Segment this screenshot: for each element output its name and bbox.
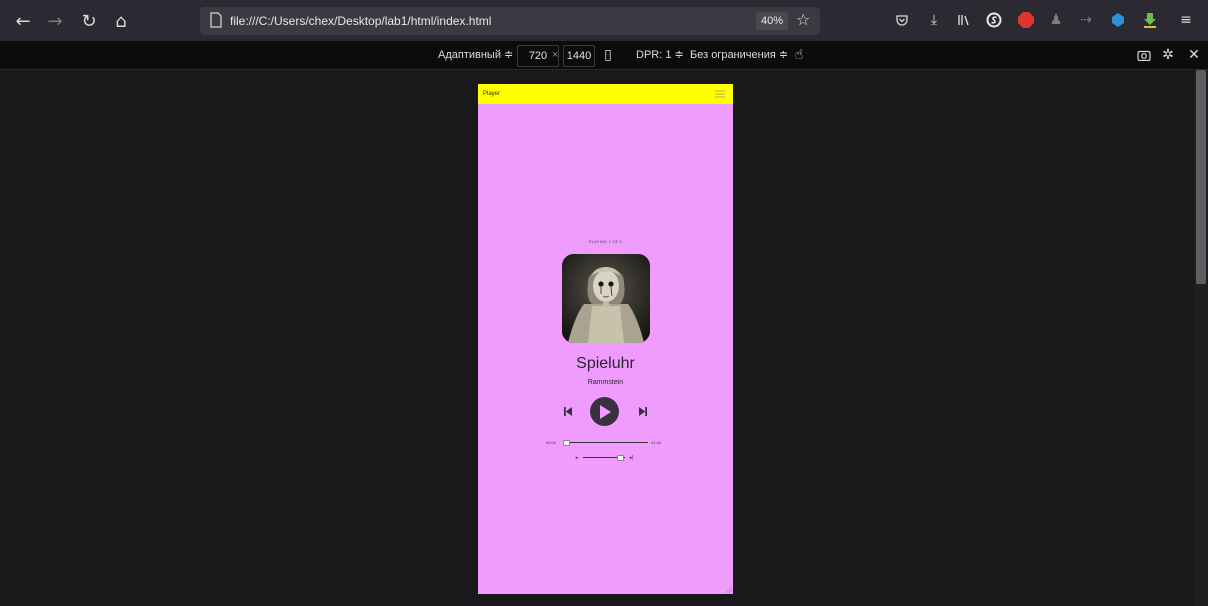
resize-grip-icon[interactable] xyxy=(724,585,732,593)
next-track-button[interactable] xyxy=(637,404,649,418)
dpr-selector[interactable]: DPR: 1 ≑ xyxy=(636,41,684,69)
browser-toolbar: ← → ↻ ⌂ file:///C:/Users/chex/Desktop/la… xyxy=(0,0,1208,41)
responsive-design-toolbar: Адаптивный ≑ 720 × 1440 ▯ DPR: 1 ≑ Без о… xyxy=(0,41,1208,70)
artist-name: Rammstein xyxy=(587,379,624,386)
home-icon[interactable]: ⌂ xyxy=(108,8,134,34)
current-time: 00:00 xyxy=(546,440,557,445)
throttling-selector[interactable]: Без ограничения ≑ xyxy=(690,41,788,69)
url-text: file:///C:/Users/chex/Desktop/lab1/html/… xyxy=(230,14,492,28)
previous-track-button[interactable] xyxy=(562,404,574,418)
back-icon[interactable]: ← xyxy=(10,8,36,34)
scrollbar-thumb[interactable] xyxy=(1196,70,1206,284)
progress-slider-thumb[interactable] xyxy=(563,440,570,446)
extension-arrow-icon[interactable]: ⇢ xyxy=(1076,10,1096,30)
song-title: Spieluhr xyxy=(576,355,635,372)
volume-high-icon[interactable]: ◂) xyxy=(629,455,633,461)
app-header: Player xyxy=(478,84,733,104)
device-selector[interactable]: Адаптивный ≑ xyxy=(438,41,513,69)
settings-gear-icon[interactable]: ✲ xyxy=(1158,45,1178,65)
extension-blue-icon[interactable] xyxy=(1108,10,1128,30)
dimension-separator: × xyxy=(552,49,559,61)
total-time: 04:46 xyxy=(651,440,662,445)
play-icon xyxy=(599,404,611,419)
height-input[interactable]: 1440 xyxy=(563,45,595,67)
extension-download-green-icon[interactable] xyxy=(1140,10,1160,30)
rotate-device-icon[interactable]: ▯ xyxy=(598,45,618,65)
zoom-level[interactable]: 40% xyxy=(756,12,788,30)
device-viewport: Player PLAYING 1 OF 1 Spieluhr Rammstein… xyxy=(478,84,733,594)
close-icon[interactable]: ✕ xyxy=(1184,45,1204,65)
volume-slider-thumb[interactable] xyxy=(616,455,624,461)
sync-extension-icon[interactable] xyxy=(984,10,1004,30)
next-track-icon xyxy=(639,406,647,416)
previous-track-icon xyxy=(564,406,572,416)
url-bar[interactable]: file:///C:/Users/chex/Desktop/lab1/html/… xyxy=(200,7,820,35)
page-icon xyxy=(210,12,222,28)
bookmark-star-icon[interactable]: ☆ xyxy=(796,10,810,29)
forward-icon[interactable]: → xyxy=(42,8,68,34)
extension-figure-icon[interactable]: ♟ xyxy=(1046,10,1066,30)
page-scrollbar[interactable] xyxy=(1194,70,1208,606)
library-icon[interactable] xyxy=(954,10,974,30)
volume-low-icon[interactable]: ◂ xyxy=(575,455,578,461)
app-menu-icon[interactable]: ≡ xyxy=(1176,10,1196,30)
play-button[interactable] xyxy=(590,397,619,426)
adblock-icon[interactable] xyxy=(1016,10,1036,30)
downloads-icon[interactable]: ⤓ xyxy=(924,10,944,30)
album-cover xyxy=(562,254,650,343)
app-title: Player xyxy=(483,91,501,97)
hamburger-menu-icon[interactable] xyxy=(715,90,725,98)
progress-track[interactable] xyxy=(564,442,648,443)
touch-simulation-icon[interactable]: ☝ xyxy=(789,45,809,65)
pocket-icon[interactable] xyxy=(892,10,912,30)
playing-counter: PLAYING 1 OF 1 xyxy=(588,239,623,244)
screenshot-icon[interactable] xyxy=(1134,45,1154,65)
reload-icon[interactable]: ↻ xyxy=(76,8,102,34)
